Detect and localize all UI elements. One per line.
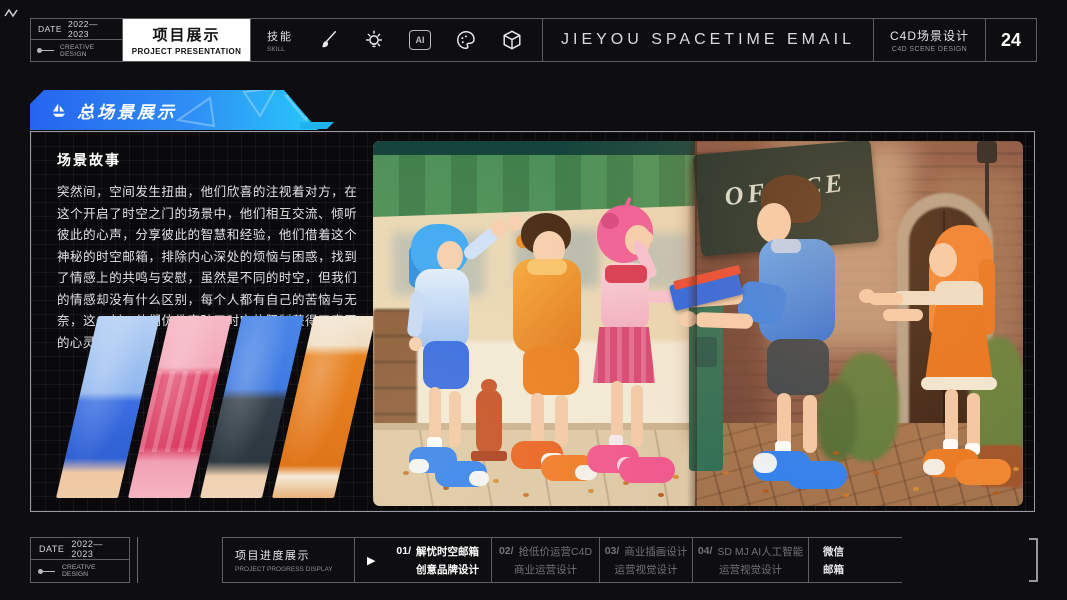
skill-box: 技能 SKILL AI (251, 19, 543, 61)
ai-icon: AI (409, 29, 431, 51)
tab-title-cn: 项目展示 (152, 27, 221, 44)
progress-item-05-clipped[interactable]: 微信 邮箱 (808, 537, 902, 583)
brand-label: CREATIVE DESIGN (60, 43, 95, 58)
item-line2: 运营视觉设计 (614, 563, 678, 576)
sailboat-icon (50, 101, 68, 119)
item-line2: 邮箱 (823, 563, 844, 576)
corner-squiggle-icon (4, 8, 18, 18)
progress-item-04[interactable]: 04/SD MJ AI人工智能 运营视觉设计 (692, 537, 809, 583)
banner-label: 总场景展示 (77, 102, 177, 122)
cube-icon (501, 29, 523, 51)
page-number: 24 (1000, 29, 1022, 50)
tab-project-presentation[interactable]: 项目展示 PROJECT PRESENTATION (123, 19, 251, 61)
item-line1: 微信 (823, 545, 844, 558)
progress-item-03[interactable]: 03/商业插画设计 运营视觉设计 (599, 537, 693, 583)
skill-label-en: SKILL (267, 45, 285, 53)
story-title: 场景故事 (57, 152, 121, 168)
divider-tick (137, 537, 138, 583)
main-title: JIEYOU SPACETIME EMAIL (543, 19, 874, 61)
date-box: DATE 2022—2023 CREATIVE DESIGN (31, 19, 123, 61)
main-title-text: JIEYOU SPACETIME EMAIL (561, 31, 855, 48)
progress-item-02[interactable]: 02/抢低价运营C4D 商业运营设计 (491, 537, 600, 583)
scene-photo[interactable]: OFFICE HOUSE (373, 141, 1023, 506)
slide: DATE 2022—2023 CREATIVE DESIGN 项目展示 PROJ… (0, 0, 1067, 600)
item-num: 01/ (396, 545, 411, 557)
brush-icon (317, 29, 339, 51)
date-value: 2022—2023 (68, 19, 98, 39)
section-banner: 总场景展示 (30, 90, 318, 130)
progress-strip: 项目进度展示 PROJECT PROGRESS DISPLAY ▶ 01/解忧时… (222, 537, 902, 583)
progress-cn: 项目进度展示 (235, 550, 310, 562)
item-num: 02/ (498, 545, 514, 557)
subtitle-cn: C4D场景设计 (889, 29, 969, 43)
date-label: DATE (39, 543, 65, 554)
item-line1: SD MJ AI人工智能 (717, 545, 804, 558)
play-icon: ▶ (367, 554, 376, 567)
item-num: 03/ (604, 545, 620, 557)
progress-label: 项目进度展示 PROJECT PROGRESS DISPLAY (222, 537, 355, 583)
subtitle-en: C4D SCENE DESIGN (891, 46, 968, 53)
tab-title-en: PROJECT PRESENTATION (131, 47, 242, 56)
pleats (138, 370, 220, 453)
thumbnail-strip (55, 316, 377, 498)
item-line2: 商业运营设计 (514, 563, 577, 576)
date-label: DATE (38, 24, 63, 34)
content-panel: 场景故事 突然间，空间发生扭曲，他们欣喜的注视着对方，在这个开启了时空之门的场景… (30, 131, 1035, 512)
item-num: 04/ (697, 545, 713, 557)
date-value: 2022—2023 (71, 538, 103, 559)
date-box-bottom: DATE 2022—2023 CREATIVE DESIGN (30, 537, 130, 583)
progress-en: PROJECT PROGRESS DISPLAY (235, 566, 333, 573)
ai-label: AI (409, 30, 431, 50)
palette-icon (455, 29, 477, 51)
item-line1: 商业插画设计 (624, 545, 688, 558)
item-line2: 创意品牌设计 (416, 563, 479, 576)
left-arrow-icon (38, 568, 55, 574)
brand-label: CREATIVE DESIGN (62, 564, 96, 578)
bulb-icon (363, 29, 385, 51)
subtitle-box: C4D场景设计 C4D SCENE DESIGN (874, 19, 986, 61)
item-line2: 运营视觉设计 (719, 563, 782, 576)
right-bracket-decoration (1029, 538, 1038, 582)
top-bar: DATE 2022—2023 CREATIVE DESIGN 项目展示 PROJ… (30, 18, 1037, 62)
item-line1: 抢低价运营C4D (518, 545, 593, 558)
left-arrow-icon (37, 48, 54, 53)
progress-item-01[interactable]: ▶ 01/解忧时空邮箱 创意品牌设计 (354, 537, 492, 583)
banner-tail (300, 122, 334, 129)
skill-label-cn: 技能 (267, 30, 293, 43)
warm-light-overlay (373, 141, 1023, 506)
item-line1: 解忧时空邮箱 (416, 545, 479, 558)
